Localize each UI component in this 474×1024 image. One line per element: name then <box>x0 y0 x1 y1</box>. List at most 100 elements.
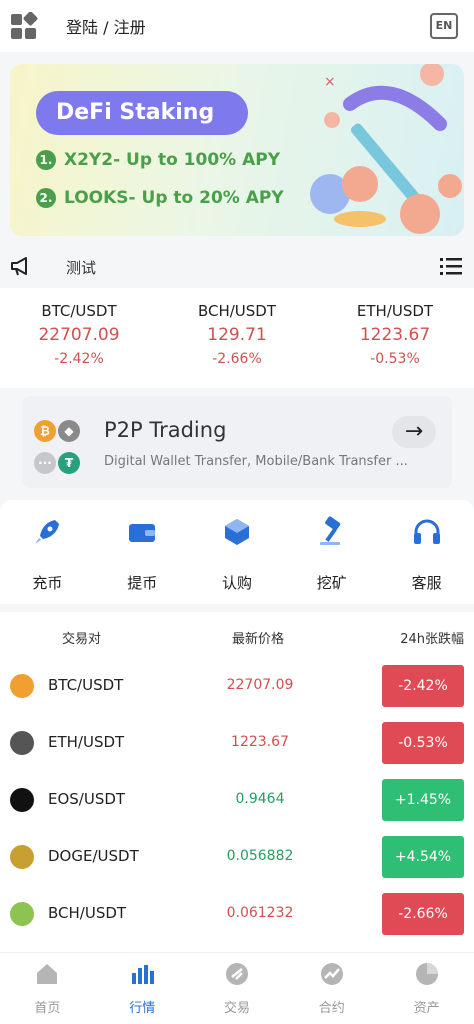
megaphone-icon <box>11 257 27 276</box>
tab-home[interactable]: 首页 <box>0 953 95 1024</box>
more-dots-icon: ··· <box>34 452 56 474</box>
banner-line-2-text: LOOKS- Up to 20% APY <box>64 188 284 208</box>
market-row[interactable]: ETH/USDT 1223.67 -0.53% <box>0 715 474 772</box>
tab-label: 首页 <box>34 1001 61 1016</box>
menu-grid-icon[interactable] <box>10 12 38 40</box>
ticker-price: 1223.67 <box>359 325 431 345</box>
tab-market[interactable]: 行情 <box>95 953 190 1024</box>
header-price: 最新价格 <box>232 632 285 647</box>
tab-label: 合约 <box>318 1001 345 1016</box>
market-row[interactable]: DOGE/USDT 0.056882 +4.54% <box>0 829 474 886</box>
tab-label: 交易 <box>223 1001 250 1016</box>
ticker-bch[interactable]: BCH/USDT 129.71 -2.66% <box>158 288 316 388</box>
tab-assets[interactable]: 资产 <box>379 953 474 1024</box>
bitcoin-icon: ₿ <box>34 420 56 442</box>
header-change: 24h张跌幅 <box>400 632 464 647</box>
tab-label: 行情 <box>129 1001 156 1016</box>
header-pair: 交易对 <box>62 632 102 647</box>
ethereum-icon: ◆ <box>58 420 80 442</box>
market-list: 交易对 最新价格 24h张跌幅 BTC/USDT 22707.09 -2.42%… <box>0 612 474 952</box>
banner-line-1-text: X2Y2- Up to 100% APY <box>64 150 281 170</box>
change-badge[interactable]: -2.66% <box>382 893 464 935</box>
ticker-pair: ETH/USDT <box>356 302 434 320</box>
wallet-icon <box>129 524 156 542</box>
bitcoin-cash-icon <box>10 902 34 926</box>
pie-icon <box>415 963 438 985</box>
quick-label: 挖矿 <box>316 574 347 592</box>
chart-icon <box>132 965 155 984</box>
p2p-subtitle: Digital Wallet Transfer, Mobile/Bank Tra… <box>104 454 408 469</box>
market-price: 22707.09 <box>226 677 294 693</box>
market-symbol: BCH/USDT <box>48 904 127 922</box>
market-row[interactable]: EOS/USDT 0.9464 +1.45% <box>0 772 474 829</box>
ticker-change: -2.66% <box>212 351 262 367</box>
ticker-change: -2.42% <box>54 351 104 367</box>
dogecoin-icon <box>10 845 34 869</box>
promo-banner[interactable]: DeFi Staking 1. X2Y2- Up to 100% APY 2. … <box>10 64 464 236</box>
market-symbol: EOS/USDT <box>48 790 126 808</box>
market-row[interactable]: BTC/USDT 22707.09 -2.42% <box>0 658 474 715</box>
home-icon <box>37 964 58 984</box>
headset-icon <box>413 519 440 544</box>
mining-button[interactable]: 挖矿 <box>284 500 379 604</box>
announcement-bar[interactable]: 测试 <box>0 244 474 288</box>
withdraw-button[interactable]: 提币 <box>95 500 190 604</box>
ticker-price: 129.71 <box>207 325 267 345</box>
market-price: 0.061232 <box>226 905 294 921</box>
banner-line-1: 1. X2Y2- Up to 100% APY <box>36 150 280 170</box>
ethereum-icon <box>10 731 34 755</box>
bottom-tab-bar: 首页 行情 交易 合约 资产 <box>0 952 474 1024</box>
banner-line-1-number: 1. <box>36 150 56 170</box>
exchange-icon <box>225 963 248 985</box>
customer-service-button[interactable]: 客服 <box>379 500 474 604</box>
tab-label: 资产 <box>413 1001 440 1016</box>
language-button[interactable]: EN <box>430 13 458 39</box>
rocket-icon <box>35 520 60 544</box>
tab-contract[interactable]: 合约 <box>284 953 379 1024</box>
change-badge[interactable]: +4.54% <box>382 836 464 878</box>
banner-title: DeFi Staking <box>36 91 248 135</box>
quick-actions: 充币 提币 认购 挖矿 客服 <box>0 500 474 604</box>
announcement-text: 测试 <box>66 259 97 277</box>
market-price: 1223.67 <box>231 734 289 750</box>
ticker-strip: BTC/USDT 22707.09 -2.42% BCH/USDT 129.71… <box>0 288 474 388</box>
p2p-trading-card[interactable]: ₿ ◆ ··· ₮ P2P Trading Digital Wallet Tra… <box>22 396 452 488</box>
svg-text:×: × <box>324 74 336 90</box>
banner-line-2-number: 2. <box>36 188 56 208</box>
market-symbol: ETH/USDT <box>48 733 125 751</box>
market-price: 0.056882 <box>226 848 294 864</box>
subscribe-button[interactable]: 认购 <box>190 500 285 604</box>
cube-icon <box>224 519 249 545</box>
eos-icon <box>10 788 34 812</box>
ticker-btc[interactable]: BTC/USDT 22707.09 -2.42% <box>0 288 158 388</box>
market-row[interactable]: BCH/USDT 0.061232 -2.66% <box>0 886 474 943</box>
deposit-button[interactable]: 充币 <box>0 500 95 604</box>
ticker-pair: BTC/USDT <box>41 302 117 320</box>
market-price: 0.9464 <box>235 791 285 807</box>
arrow-right-icon[interactable]: → <box>392 416 436 448</box>
ticker-pair: BCH/USDT <box>197 302 277 320</box>
top-bar: 登陆 / 注册 EN <box>0 0 474 52</box>
tab-trade[interactable]: 交易 <box>190 953 285 1024</box>
pickaxe-coins-illustration: × <box>310 64 462 234</box>
quick-label: 客服 <box>411 574 442 592</box>
tether-icon: ₮ <box>58 452 80 474</box>
change-badge[interactable]: -0.53% <box>382 722 464 764</box>
list-icon[interactable] <box>440 256 462 276</box>
ticker-price: 22707.09 <box>38 325 120 345</box>
market-symbol: BTC/USDT <box>48 676 124 694</box>
change-badge[interactable]: +1.45% <box>382 779 464 821</box>
quick-label: 充币 <box>32 574 63 592</box>
hammer-icon <box>319 516 341 545</box>
market-header: 交易对 最新价格 24h张跌幅 <box>0 612 474 658</box>
quick-label: 提币 <box>127 574 158 592</box>
ticker-eth[interactable]: ETH/USDT 1223.67 -0.53% <box>316 288 474 388</box>
login-register-link[interactable]: 登陆 / 注册 <box>66 14 146 38</box>
p2p-title: P2P Trading <box>104 418 227 442</box>
market-symbol: DOGE/USDT <box>48 847 139 865</box>
ticker-change: -0.53% <box>370 351 420 367</box>
trend-icon <box>320 963 343 985</box>
bitcoin-icon <box>10 674 34 698</box>
banner-line-2: 2. LOOKS- Up to 20% APY <box>36 188 284 208</box>
change-badge[interactable]: -2.42% <box>382 665 464 707</box>
